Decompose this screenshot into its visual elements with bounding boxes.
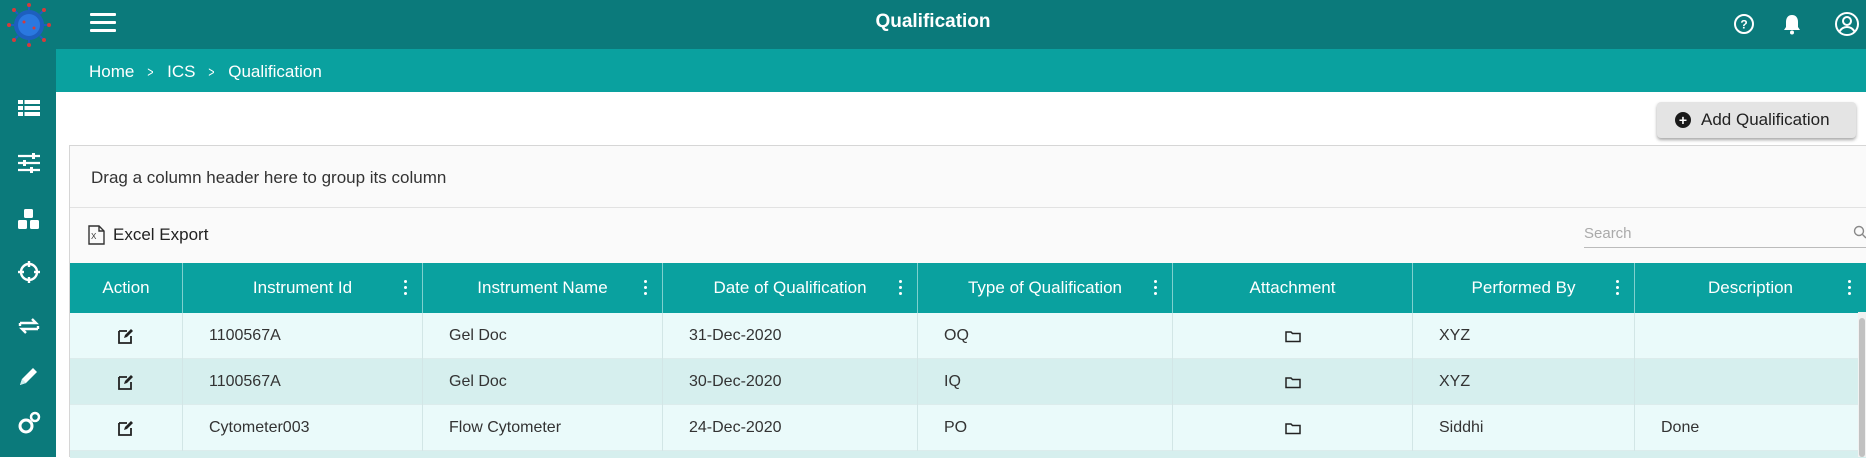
user-icon[interactable] — [1834, 11, 1860, 37]
table-icon[interactable] — [16, 95, 42, 121]
type-cell: OQ — [918, 313, 1173, 359]
search-icon[interactable] — [1853, 225, 1866, 239]
excel-file-icon: X — [87, 225, 105, 245]
column-label: Date of Qualification — [713, 278, 866, 298]
column-header-date[interactable]: Date of Qualification — [663, 263, 918, 313]
column-label: Instrument Name — [477, 278, 607, 298]
breadcrumb-bar: Home > ICS > Qualification — [56, 49, 1866, 92]
action-cell — [70, 359, 183, 405]
qualification-grid: Drag a column header here to group its c… — [69, 145, 1866, 457]
pencil-icon[interactable] — [16, 363, 42, 389]
crosshair-icon[interactable] — [16, 259, 42, 285]
breadcrumb-ics[interactable]: ICS — [167, 62, 195, 82]
chevron-right-icon: > — [209, 64, 215, 81]
folder-icon[interactable] — [1284, 373, 1302, 391]
attachment-cell — [1173, 405, 1413, 451]
breadcrumb-home[interactable]: Home — [89, 62, 134, 82]
column-header-instrument-id[interactable]: Instrument Id — [183, 263, 423, 313]
sidebar — [0, 49, 56, 457]
description-cell — [1635, 359, 1866, 405]
table-row[interactable]: 1100567A Gel Doc 31-Dec-2020 OQ XYZ — [70, 313, 1866, 359]
date-cell: 30-Dec-2020 — [663, 359, 918, 405]
instrument-name-cell: Flow Cytometer — [423, 405, 663, 451]
attachment-cell — [1173, 359, 1413, 405]
settings-icon[interactable] — [16, 410, 42, 436]
group-drop-area[interactable]: Drag a column header here to group its c… — [70, 146, 1866, 208]
folder-icon[interactable] — [1284, 327, 1302, 345]
sliders-icon[interactable] — [16, 150, 42, 176]
edit-icon[interactable] — [117, 373, 135, 391]
cubes-icon[interactable] — [16, 206, 42, 232]
top-bar: Qualification ? — [0, 0, 1866, 49]
column-menu-icon[interactable] — [899, 280, 903, 296]
column-header-instrument-name[interactable]: Instrument Name — [423, 263, 663, 313]
folder-icon[interactable] — [1284, 419, 1302, 437]
add-qualification-label: Add Qualification — [1701, 110, 1830, 130]
type-cell: PO — [918, 405, 1173, 451]
svg-text:?: ? — [1740, 18, 1747, 32]
edit-icon[interactable] — [117, 327, 135, 345]
date-cell: 31-Dec-2020 — [663, 313, 918, 359]
exchange-icon[interactable] — [16, 313, 42, 339]
column-menu-icon[interactable] — [1848, 280, 1852, 296]
instrument-id-cell: 1100567A — [183, 313, 423, 359]
attachment-cell — [1173, 313, 1413, 359]
edit-icon[interactable] — [117, 419, 135, 437]
column-label: Instrument Id — [253, 278, 352, 298]
grid-toolbar: X Excel Export — [70, 208, 1866, 263]
performed-by-cell: XYZ — [1413, 359, 1635, 405]
breadcrumb-current: Qualification — [228, 62, 322, 82]
scrollbar-thumb[interactable] — [1859, 318, 1865, 457]
performed-by-cell: XYZ — [1413, 313, 1635, 359]
instrument-id-cell: 1100567A — [183, 359, 423, 405]
description-cell: Done — [1635, 405, 1866, 451]
type-cell: IQ — [918, 359, 1173, 405]
group-hint: Drag a column header here to group its c… — [91, 168, 446, 188]
breadcrumb: Home > ICS > Qualification — [89, 62, 322, 82]
chevron-right-icon: > — [148, 64, 154, 81]
table-row[interactable]: Cytometer003 Flow Cytometer 24-Dec-2020 … — [70, 405, 1866, 451]
instrument-name-cell: Gel Doc — [423, 313, 663, 359]
svg-text:X: X — [91, 232, 97, 241]
action-cell — [70, 313, 183, 359]
date-cell: 24-Dec-2020 — [663, 405, 918, 451]
action-cell — [70, 405, 183, 451]
column-menu-icon[interactable] — [644, 280, 648, 296]
column-header-description[interactable]: Description — [1635, 263, 1866, 313]
column-label: Performed By — [1472, 278, 1576, 298]
instrument-id-cell: Cytometer003 — [183, 405, 423, 451]
column-label: Attachment — [1250, 278, 1336, 298]
description-cell — [1635, 313, 1866, 359]
column-label: Action — [102, 278, 149, 298]
excel-export-label: Excel Export — [113, 225, 208, 245]
help-icon[interactable]: ? — [1731, 11, 1757, 37]
plus-circle-icon: + — [1675, 112, 1691, 128]
column-label: Type of Qualification — [968, 278, 1122, 298]
search-box — [1584, 220, 1866, 248]
excel-export-button[interactable]: X Excel Export — [87, 225, 208, 245]
column-header-action[interactable]: Action — [70, 263, 183, 313]
column-menu-icon[interactable] — [404, 280, 408, 296]
grid-header: Action Instrument Id Instrument Name Dat… — [70, 263, 1866, 313]
column-menu-icon[interactable] — [1616, 280, 1620, 296]
search-input[interactable] — [1584, 220, 1844, 246]
column-header-attachment[interactable]: Attachment — [1173, 263, 1413, 313]
column-header-performed-by[interactable]: Performed By — [1413, 263, 1635, 313]
table-row[interactable]: 1100567A Gel Doc 30-Dec-2020 IQ XYZ — [70, 359, 1866, 405]
column-label: Description — [1708, 278, 1793, 298]
column-menu-icon[interactable] — [1154, 280, 1158, 296]
add-qualification-button[interactable]: + Add Qualification — [1657, 102, 1856, 138]
instrument-name-cell: Gel Doc — [423, 359, 663, 405]
bell-icon[interactable] — [1779, 11, 1805, 37]
page-title: Qualification — [0, 11, 1866, 33]
column-header-type[interactable]: Type of Qualification — [918, 263, 1173, 313]
performed-by-cell: Siddhi — [1413, 405, 1635, 451]
